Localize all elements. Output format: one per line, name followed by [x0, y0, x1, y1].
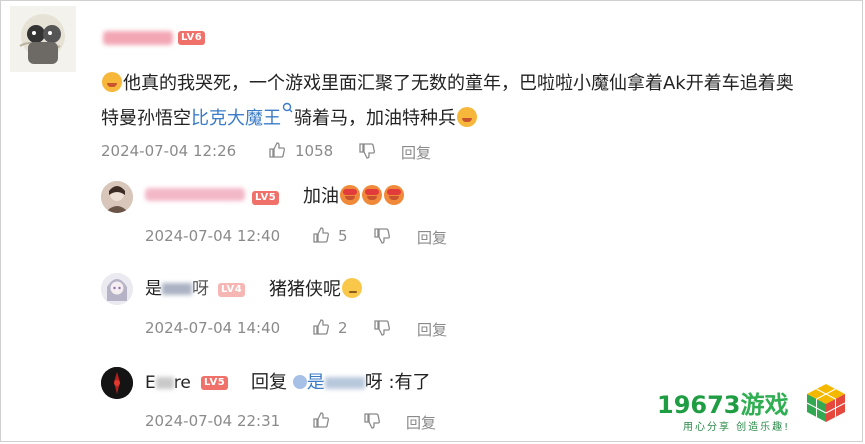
reply-timestamp: 2024-07-04 14:40 [145, 319, 281, 337]
reply-text: 猪猪侠呢 [269, 277, 363, 303]
username-redacted[interactable] [103, 31, 173, 45]
like-icon[interactable] [268, 141, 286, 159]
topic-link[interactable]: 比克大魔王 [191, 108, 281, 129]
dislike-icon[interactable] [358, 142, 376, 160]
comment-timestamp: 2024-07-04 12:26 [101, 142, 237, 160]
reply-text: 加油 [303, 184, 405, 210]
level-badge: LV5 [201, 376, 229, 390]
emoji-icon [362, 185, 382, 205]
emoji-icon [102, 72, 122, 92]
dislike-icon[interactable] [363, 412, 381, 430]
cube-logo-icon [806, 384, 846, 422]
reply-button[interactable]: 回复 [406, 412, 436, 433]
like-count: 1058 [295, 142, 334, 160]
comment-text-line2: 特曼孙悟空比克大魔王 骑着马，加油特种兵 [101, 102, 478, 132]
like-count: 5 [338, 227, 348, 245]
reply-username[interactable]: 是呀 [145, 276, 209, 302]
reply-timestamp: 2024-07-04 12:40 [145, 227, 281, 245]
user-avatar[interactable] [10, 6, 76, 72]
emoji-icon [342, 278, 362, 298]
watermark-logo: 19673游戏 [657, 391, 789, 419]
like-icon[interactable] [312, 411, 330, 429]
username-redacted[interactable] [145, 188, 245, 201]
like-icon[interactable] [312, 318, 330, 336]
reply-button[interactable]: 回复 [401, 142, 431, 163]
like-count: 2 [338, 319, 348, 337]
reply-username[interactable]: Ere [145, 370, 191, 396]
mention-link[interactable]: 是呀 [292, 372, 383, 393]
reply-avatar[interactable] [101, 367, 133, 399]
reply-button[interactable]: 回复 [417, 227, 447, 248]
watermark-slogan: 用心分享 创造乐趣! [683, 422, 791, 433]
like-icon[interactable] [312, 226, 330, 244]
emoji-icon [340, 185, 360, 205]
comment-text-line1: 他真的我哭死，一个游戏里面汇聚了无数的童年，巴啦啦小魔仙拿着Ak开着车追着奥 [101, 71, 794, 97]
reply-text: 回复 是呀 :有了 [251, 372, 431, 393]
reply-avatar[interactable] [101, 273, 133, 305]
level-badge: LV5 [252, 191, 280, 205]
emoji-icon [384, 185, 404, 205]
level-badge: LV6 [178, 31, 206, 45]
reply-button[interactable]: 回复 [417, 319, 447, 340]
reply-timestamp: 2024-07-04 22:31 [145, 412, 281, 430]
dislike-icon[interactable] [373, 227, 391, 245]
dislike-icon[interactable] [373, 319, 391, 337]
emoji-icon [457, 107, 477, 127]
level-badge: LV4 [218, 283, 246, 297]
search-icon[interactable] [282, 102, 294, 116]
reply-avatar[interactable] [101, 181, 133, 213]
